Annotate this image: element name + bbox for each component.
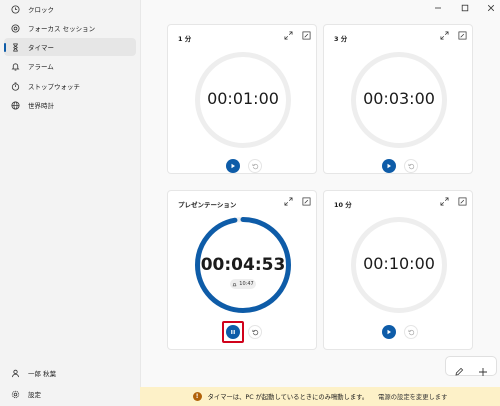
sidebar-item-label: クロック <box>28 6 54 14</box>
focus-icon <box>8 23 22 33</box>
add-timer-icon[interactable] <box>478 362 488 376</box>
timer-ring: 00:10:00 <box>349 215 449 315</box>
clock-icon <box>8 4 22 14</box>
stopwatch-icon <box>8 81 22 91</box>
edit-timer-icon[interactable] <box>300 29 312 41</box>
sidebar-item-label: ストップウォッチ <box>28 83 80 91</box>
timer-name: 3 分 <box>334 35 348 43</box>
edit-icon[interactable] <box>454 362 464 376</box>
info-banner: ! タイマーは、PC が起動しているときにのみ鳴動します。 電源の設定を変更しま… <box>140 387 500 406</box>
timer-name: プレゼンテーション <box>178 201 237 209</box>
active-indicator <box>4 43 6 52</box>
timer-card: 10 分 00:10:00 <box>323 190 473 350</box>
timer-display: 00:10:00 <box>363 254 435 273</box>
sidebar-item-label: 世界時計 <box>28 102 54 110</box>
end-time-badge: 10:47 <box>230 279 256 289</box>
sidebar-item-world-clock[interactable]: 世界時計 <box>4 96 136 114</box>
timer-display: 00:01:00 <box>207 89 279 108</box>
end-time: 10:47 <box>239 281 254 287</box>
close-icon[interactable] <box>484 2 498 14</box>
timer-actions-bar <box>445 356 497 376</box>
timer-card: 3 分 00:03:00 <box>323 24 473 174</box>
banner-message: タイマーは、PC が起動しているときにのみ鳴動します。 <box>207 394 369 401</box>
play-button[interactable] <box>382 325 396 339</box>
warning-icon: ! <box>192 392 202 401</box>
expand-icon[interactable] <box>282 195 294 207</box>
expand-icon[interactable] <box>438 195 450 207</box>
expand-icon[interactable] <box>282 29 294 41</box>
reset-button[interactable] <box>248 325 262 339</box>
expand-icon[interactable] <box>438 29 450 41</box>
reset-button[interactable] <box>248 159 262 173</box>
sidebar-item-alarm[interactable]: アラーム <box>4 57 136 75</box>
play-button[interactable] <box>382 159 396 173</box>
user-name: 一郎 秋葉 <box>28 370 57 378</box>
timer-ring: 00:03:00 <box>349 50 449 150</box>
sidebar-item-focus-session[interactable]: フォーカス セッション <box>4 19 136 37</box>
reset-button[interactable] <box>404 159 418 173</box>
reset-button[interactable] <box>404 325 418 339</box>
timer-page: 1 分 00:01:00 3 分 00:03:00 プレゼンテーション 00:0… <box>140 0 500 406</box>
sidebar-item-label: タイマー <box>28 44 54 52</box>
timer-card: 1 分 00:01:00 <box>167 24 317 174</box>
timer-ring: 00:01:00 <box>193 50 293 150</box>
edit-timer-icon[interactable] <box>456 195 468 207</box>
timer-display: 00:03:00 <box>363 89 435 108</box>
globe-icon <box>8 100 22 110</box>
sidebar-item-timer[interactable]: タイマー <box>4 38 136 56</box>
timer-card-running: プレゼンテーション 00:04:53 10:47 <box>167 190 317 350</box>
edit-timer-icon[interactable] <box>300 195 312 207</box>
sidebar-item-stopwatch[interactable]: ストップウォッチ <box>4 77 136 95</box>
bell-icon <box>232 282 238 286</box>
play-button[interactable] <box>226 159 240 173</box>
timer-name: 1 分 <box>178 35 192 43</box>
sidebar-item-label: フォーカス セッション <box>28 25 96 33</box>
bell-icon <box>8 62 22 71</box>
timer-name: 10 分 <box>334 201 352 209</box>
hourglass-icon <box>8 42 22 52</box>
sidebar-item-clock[interactable]: クロック <box>4 0 136 18</box>
timer-ring: 00:04:53 10:47 <box>193 215 293 315</box>
timer-display: 00:04:53 <box>200 255 286 275</box>
power-settings-link[interactable]: 電源の設定を変更します <box>378 392 447 401</box>
maximize-icon[interactable] <box>458 2 472 14</box>
sidebar: クロック フォーカス セッション タイマー アラーム ストップウォッチ 世界時計… <box>0 0 140 406</box>
minimize-icon[interactable] <box>431 2 445 14</box>
sidebar-item-label: 設定 <box>28 391 41 399</box>
person-icon <box>8 369 22 378</box>
clock-app-window: クロック フォーカス セッション タイマー アラーム ストップウォッチ 世界時計… <box>0 0 500 406</box>
gear-icon <box>8 390 22 399</box>
edit-timer-icon[interactable] <box>456 29 468 41</box>
sidebar-item-label: アラーム <box>28 63 54 71</box>
sidebar-item-settings[interactable]: 設定 <box>4 385 136 403</box>
highlight-box <box>222 321 244 343</box>
user-account[interactable]: 一郎 秋葉 <box>4 364 136 382</box>
